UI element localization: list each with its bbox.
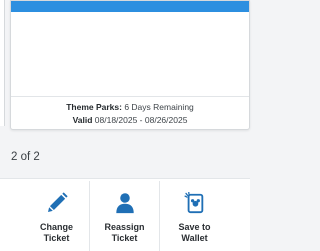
ticket-validity-line: Valid 08/18/2025 - 08/26/2025: [11, 115, 249, 126]
page-indicator: 2 of 2: [11, 151, 40, 163]
change-ticket-label: Change Ticket: [39, 222, 73, 243]
ticket-card[interactable]: Theme Parks: 6 Days Remaining Valid 08/1…: [10, 0, 250, 130]
ticket-parks-line: Theme Parks: 6 Days Remaining: [11, 102, 249, 113]
pencil-icon: [47, 192, 68, 212]
person-icon: [115, 193, 134, 214]
ticket-header-bar: [11, 1, 249, 12]
save-to-wallet-button[interactable]: Save to Wallet: [160, 179, 229, 251]
valid-dates: 08/18/2025 - 08/26/2025: [94, 115, 188, 125]
reassign-ticket-button[interactable]: Reassign Ticket: [90, 179, 159, 251]
wallet-pass-icon: [183, 192, 203, 214]
previous-ticket-card-edge[interactable]: [0, 0, 5, 126]
ticket-actions-bar: Change Ticket Reassign Ticket Save to Walle…: [0, 178, 250, 251]
ticket-divider: [11, 96, 249, 97]
valid-label: Valid: [72, 115, 93, 125]
parks-label: Theme Parks:: [66, 102, 122, 112]
change-ticket-button[interactable]: Change Ticket: [22, 179, 91, 251]
reassign-ticket-label: Reassign Ticket: [104, 222, 145, 243]
ticket-body: [11, 12, 249, 96]
save-to-wallet-label: Save to Wallet: [178, 222, 211, 243]
parks-value: 6 Days Remaining: [124, 102, 194, 112]
